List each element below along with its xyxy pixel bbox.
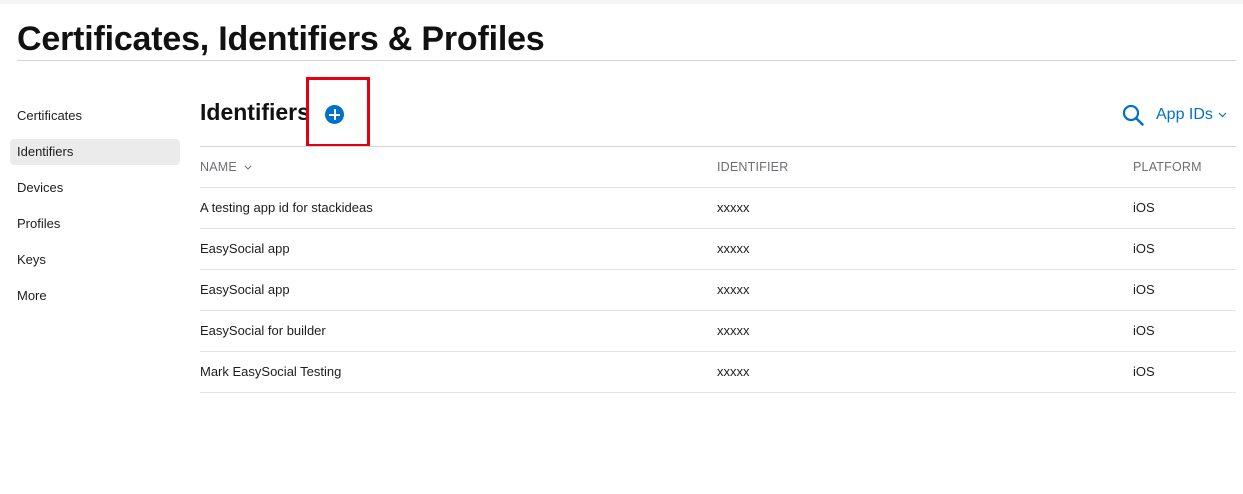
- row-platform: iOS: [1133, 200, 1155, 215]
- table-row[interactable]: Mark EasySocial Testing xxxxx iOS: [200, 352, 1236, 393]
- chevron-down-icon: [244, 165, 252, 170]
- sidebar-item-devices[interactable]: Devices: [10, 175, 180, 201]
- row-name: Mark EasySocial Testing: [200, 364, 342, 379]
- sidebar-item-profiles[interactable]: Profiles: [10, 211, 180, 237]
- row-identifier: xxxxx: [717, 282, 750, 297]
- identifiers-table: NAME IDENTIFIER PLATFORM A testing app i…: [200, 147, 1236, 393]
- sidebar-item-certificates[interactable]: Certificates: [10, 103, 180, 129]
- sidebar-item-keys[interactable]: Keys: [10, 247, 180, 273]
- table-row[interactable]: A testing app id for stackideas xxxxx iO…: [200, 188, 1236, 229]
- row-name: EasySocial app: [200, 282, 290, 297]
- page-title: Certificates, Identifiers & Profiles: [17, 20, 545, 58]
- row-identifier: xxxxx: [717, 241, 750, 256]
- sidebar: Certificates Identifiers Devices Profile…: [10, 103, 180, 319]
- column-header-identifier: IDENTIFIER: [717, 160, 789, 174]
- table-row[interactable]: EasySocial for builder xxxxx iOS: [200, 311, 1236, 352]
- title-divider: [17, 60, 1236, 61]
- row-platform: iOS: [1133, 241, 1155, 256]
- row-name: A testing app id for stackideas: [200, 200, 373, 215]
- row-name: EasySocial for builder: [200, 323, 326, 338]
- section-title: Identifiers: [200, 99, 310, 125]
- highlight-annotation-box: [306, 77, 370, 147]
- table-row[interactable]: EasySocial app xxxxx iOS: [200, 270, 1236, 311]
- row-identifier: xxxxx: [717, 200, 750, 215]
- chevron-down-icon: [1218, 112, 1227, 118]
- app-ids-filter-dropdown[interactable]: App IDs: [1156, 104, 1227, 126]
- table-row[interactable]: EasySocial app xxxxx iOS: [200, 229, 1236, 270]
- search-icon[interactable]: [1122, 104, 1144, 126]
- top-strip: [0, 0, 1243, 4]
- column-header-name[interactable]: NAME: [200, 147, 252, 187]
- sidebar-item-identifiers[interactable]: Identifiers: [10, 139, 180, 165]
- row-platform: iOS: [1133, 364, 1155, 379]
- row-identifier: xxxxx: [717, 323, 750, 338]
- row-platform: iOS: [1133, 323, 1155, 338]
- row-platform: iOS: [1133, 282, 1155, 297]
- table-header: NAME IDENTIFIER PLATFORM: [200, 147, 1236, 188]
- column-header-platform: PLATFORM: [1133, 160, 1202, 174]
- filter-selected-label: App IDs: [1156, 106, 1213, 123]
- row-name: EasySocial app: [200, 241, 290, 256]
- row-identifier: xxxxx: [717, 364, 750, 379]
- sidebar-item-more[interactable]: More: [10, 283, 180, 309]
